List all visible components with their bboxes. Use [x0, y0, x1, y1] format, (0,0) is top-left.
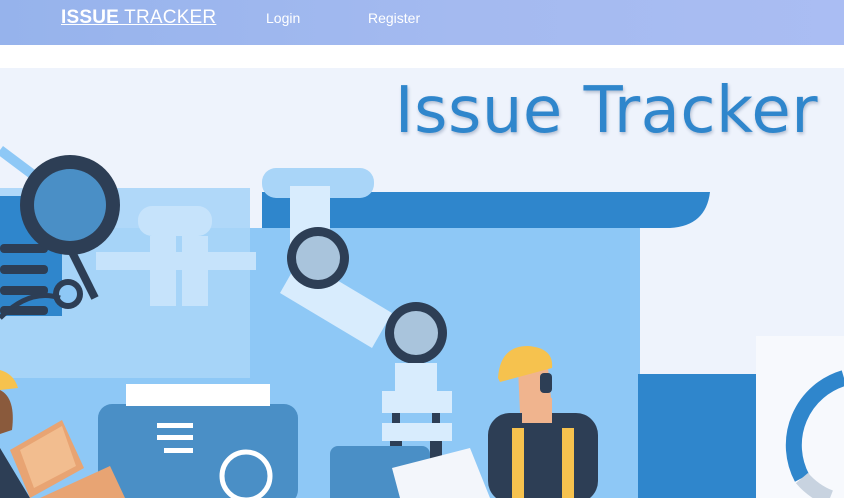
hero-banner: Issue Tracker — [0, 68, 844, 498]
right-gauge-panel — [638, 336, 844, 498]
brand-rest-text: TRACKER — [119, 7, 217, 28]
nav-link-register[interactable]: Register — [368, 10, 420, 26]
bottom-monitor — [98, 384, 298, 498]
top-navbar: ISSUE TRACKER Login Register — [0, 0, 844, 45]
brand-logo-link[interactable]: ISSUE TRACKER — [61, 7, 216, 29]
brand-bold-text: ISSUE — [61, 7, 120, 28]
nav-link-login[interactable]: Login — [266, 10, 300, 26]
hero-title: Issue Tracker — [394, 74, 818, 148]
navbar-spacer — [0, 45, 844, 68]
